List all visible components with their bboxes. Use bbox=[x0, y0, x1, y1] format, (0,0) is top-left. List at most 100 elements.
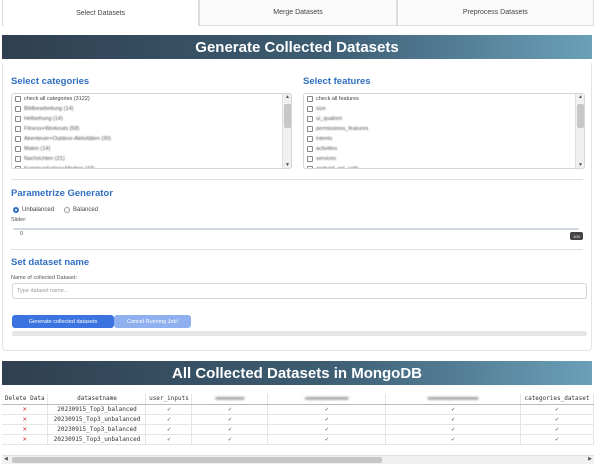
radio-balanced[interactable] bbox=[64, 207, 71, 213]
list-item[interactable]: Fitness+Workouts (58) bbox=[12, 124, 291, 134]
checkbox[interactable] bbox=[15, 106, 21, 112]
checkbox[interactable] bbox=[307, 146, 313, 152]
checkbox[interactable] bbox=[15, 136, 21, 142]
check-cell: ✓ bbox=[267, 404, 387, 415]
features-scrollbar[interactable]: ▲ ▼ bbox=[575, 94, 584, 168]
checkbox[interactable] bbox=[15, 126, 21, 132]
check-cell: ✓ bbox=[267, 434, 387, 445]
delete-cell: ✕ bbox=[2, 424, 49, 435]
list-item[interactable]: Abenteuer+Outdoor-Aktivitäten (30) bbox=[12, 134, 291, 144]
scroll-right-icon[interactable]: ▶ bbox=[588, 456, 592, 462]
check-cell: ✓ bbox=[191, 434, 269, 445]
col-header-datasetname: datasetname bbox=[47, 394, 147, 405]
list-item[interactable]: intents bbox=[304, 134, 584, 144]
check-cell: ✓ bbox=[145, 424, 193, 435]
check-cell: ✓ bbox=[191, 424, 269, 435]
scroll-thumb[interactable] bbox=[12, 457, 382, 463]
close-icon[interactable]: ✕ bbox=[23, 405, 27, 413]
checkbox[interactable] bbox=[307, 166, 313, 168]
list-item[interactable]: services bbox=[304, 154, 584, 164]
close-icon[interactable]: ✕ bbox=[23, 425, 27, 433]
list-item[interactable]: check all categories (3122) bbox=[12, 94, 291, 104]
list-item-label: check all categories (3122) bbox=[24, 96, 90, 102]
checkbox[interactable] bbox=[15, 96, 21, 102]
dataset-name-input[interactable]: Type dataset name... bbox=[12, 283, 587, 299]
col-header-blurred: ▬▬▬▬▬▬▬▬▬▬▬▬ bbox=[267, 394, 387, 405]
scroll-thumb[interactable] bbox=[284, 104, 291, 128]
slider-value-label: 100 bbox=[573, 233, 580, 239]
list-item-label: ui_qualism bbox=[316, 116, 343, 122]
checkbox[interactable] bbox=[307, 136, 313, 142]
close-icon[interactable]: ✕ bbox=[23, 435, 27, 443]
slider-label: Slider: bbox=[11, 217, 27, 223]
list-item-label: permissions_features bbox=[316, 126, 369, 132]
delete-cell: ✕ bbox=[2, 414, 49, 425]
categories-listbox[interactable]: check all categories (3122) Bildbearbeitu… bbox=[11, 93, 292, 169]
checkbox[interactable] bbox=[15, 116, 21, 122]
cancel-job-button[interactable]: Cancel Running Job! bbox=[114, 315, 191, 328]
checkbox[interactable] bbox=[307, 156, 313, 162]
list-item-label: Bildbearbeitung (14) bbox=[24, 106, 74, 112]
check-cell: ✓ bbox=[385, 424, 521, 435]
check-cell: ✓ bbox=[191, 404, 269, 415]
generate-button[interactable]: Generate collected datasets bbox=[12, 315, 114, 328]
delete-cell: ✕ bbox=[2, 434, 49, 445]
checkbox[interactable] bbox=[307, 126, 313, 132]
features-listbox[interactable]: check all features size ui_qualism permissi… bbox=[303, 93, 585, 169]
categories-title: Select categories bbox=[11, 76, 90, 87]
table-row: ✕ 20230915_Top3_unbalanced ✓ ✓ ✓ ✓ ✓ bbox=[2, 434, 594, 445]
table-row: ✕ 20230915_Top3_unbalanced ✓ ✓ ✓ ✓ ✓ bbox=[2, 414, 594, 425]
list-item[interactable]: android_api_calls bbox=[304, 164, 584, 168]
check-cell: ✓ bbox=[520, 424, 594, 435]
scroll-up-icon[interactable]: ▲ bbox=[576, 94, 584, 100]
checkbox[interactable] bbox=[307, 116, 313, 122]
col-header-blurred: ▬▬▬▬▬▬▬▬▬▬▬▬▬▬ bbox=[385, 394, 521, 405]
table-horizontal-scrollbar[interactable]: ◀ ▶ bbox=[2, 455, 594, 464]
checkbox[interactable] bbox=[15, 166, 21, 168]
list-item[interactable]: size bbox=[304, 104, 584, 114]
categories-scrollbar[interactable]: ▲ ▼ bbox=[282, 94, 291, 168]
list-item[interactable]: check all features bbox=[304, 94, 584, 104]
check-cell: ✓ bbox=[267, 424, 387, 435]
scroll-left-icon[interactable]: ◀ bbox=[4, 456, 8, 462]
tab-preprocess-datasets[interactable]: Preprocess Datasets bbox=[396, 0, 594, 26]
checkbox[interactable] bbox=[307, 96, 313, 102]
checkbox[interactable] bbox=[15, 156, 21, 162]
scroll-down-icon[interactable]: ▼ bbox=[283, 162, 291, 168]
list-item[interactable]: activities bbox=[304, 144, 584, 154]
close-icon[interactable]: ✕ bbox=[23, 415, 27, 423]
list-item[interactable]: Hellsehung (14) bbox=[12, 114, 291, 124]
list-item[interactable]: Bildbearbeitung (14) bbox=[12, 104, 291, 114]
collected-banner: All Collected Datasets in MongoDB bbox=[2, 361, 592, 385]
list-item[interactable]: Nachrichten (21) bbox=[12, 154, 291, 164]
dataset-name-label: Name of collected Dataset: bbox=[11, 275, 78, 281]
col-header-delete: Delete Data bbox=[2, 394, 49, 405]
check-cell: ✓ bbox=[145, 414, 193, 425]
list-item-label: Abenteuer+Outdoor-Aktivitäten (30) bbox=[24, 136, 111, 142]
slider-handle[interactable]: 100 bbox=[570, 232, 583, 240]
scroll-up-icon[interactable]: ▲ bbox=[283, 94, 291, 100]
datasetname-cell: 20230915_Top3_balanced bbox=[47, 404, 147, 415]
datasets-table: Delete Data datasetname user_inputs ▬▬▬▬… bbox=[2, 394, 594, 445]
slider-track[interactable] bbox=[13, 228, 579, 230]
divider bbox=[11, 249, 583, 250]
col-header-categories: categories_dataset bbox=[520, 394, 594, 405]
list-item[interactable]: Kommunikation+Medien (43) bbox=[12, 164, 291, 168]
list-item[interactable]: ui_qualism bbox=[304, 114, 584, 124]
checkbox[interactable] bbox=[15, 146, 21, 152]
scroll-down-icon[interactable]: ▼ bbox=[576, 162, 584, 168]
tab-merge-datasets[interactable]: Merge Datasets bbox=[199, 0, 397, 26]
list-item[interactable]: permissions_features bbox=[304, 124, 584, 134]
check-cell: ✓ bbox=[145, 434, 193, 445]
tab-select-datasets[interactable]: Select Datasets bbox=[2, 0, 200, 26]
scroll-thumb[interactable] bbox=[577, 104, 584, 128]
balance-radio-group: Unbalanced Balanced bbox=[13, 207, 108, 213]
list-item-label: Malen (14) bbox=[24, 146, 51, 152]
check-cell: ✓ bbox=[385, 414, 521, 425]
generate-panel: Select categories Select features check … bbox=[2, 63, 592, 351]
checkbox[interactable] bbox=[307, 106, 313, 112]
radio-unbalanced[interactable] bbox=[13, 207, 19, 213]
parametrize-title: Parametrize Generator bbox=[11, 188, 113, 199]
list-item[interactable]: Malen (14) bbox=[12, 144, 291, 154]
check-cell: ✓ bbox=[385, 404, 521, 415]
